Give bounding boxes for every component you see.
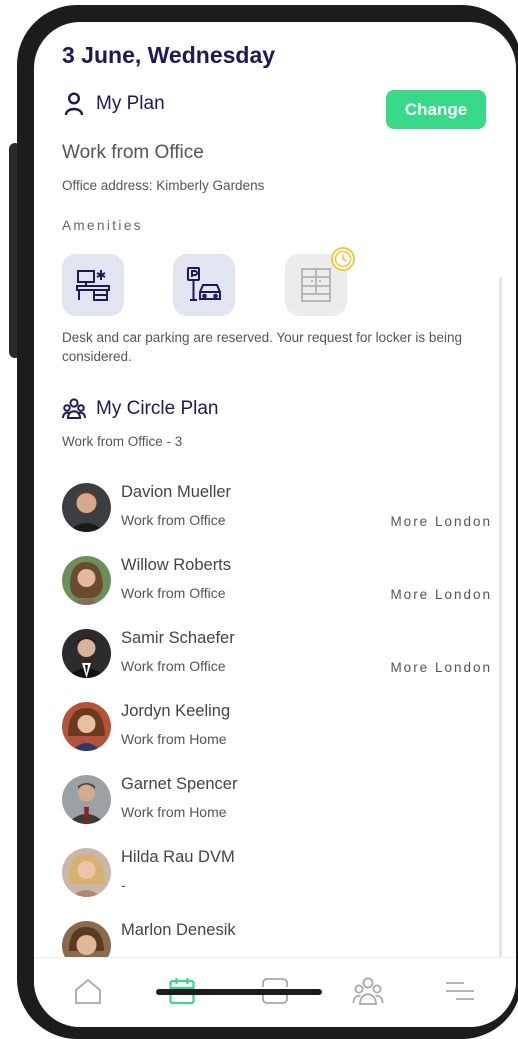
member-status: Work from Office bbox=[121, 585, 226, 601]
tab-circle[interactable] bbox=[352, 975, 384, 1007]
list-item[interactable]: Garnet Spencer Work from Home bbox=[62, 775, 492, 835]
list-item[interactable]: Hilda Rau DVM - bbox=[62, 848, 492, 908]
list-item[interactable]: Willow Roberts Work from Office More Lon… bbox=[62, 556, 492, 616]
page-title: 3 June, Wednesday bbox=[62, 42, 276, 68]
avatar bbox=[62, 702, 111, 751]
home-icon bbox=[75, 978, 101, 1004]
member-status: - bbox=[121, 877, 126, 893]
office-address: Office address: Kimberly Gardens bbox=[62, 178, 265, 193]
member-location: More London bbox=[390, 660, 492, 675]
avatar bbox=[62, 483, 111, 532]
avatar bbox=[62, 775, 111, 824]
pending-clock-icon bbox=[331, 247, 355, 271]
app-screen: 3 June, Wednesday My Plan Change Work fr… bbox=[34, 22, 516, 1027]
member-name: Davion Mueller bbox=[121, 483, 232, 501]
desk-icon bbox=[76, 270, 110, 301]
amenities-note: Desk and car parking are reserved. Your … bbox=[62, 330, 462, 364]
car-parking-icon bbox=[187, 267, 221, 301]
member-status: Work from Home bbox=[121, 731, 227, 747]
list-item[interactable]: Samir Schaefer Work from Office More Lon… bbox=[62, 629, 492, 689]
change-plan-button[interactable]: Change bbox=[386, 90, 486, 129]
amenity-desk[interactable] bbox=[62, 254, 124, 316]
tab-home[interactable] bbox=[72, 975, 104, 1007]
member-name: Garnet Spencer bbox=[121, 775, 238, 793]
member-status: Work from Home bbox=[121, 804, 227, 820]
amenities-label: Amenities bbox=[62, 218, 143, 233]
list-item[interactable]: Davion Mueller Work from Office More Lon… bbox=[62, 483, 492, 543]
list-item[interactable]: Marlon Denesik bbox=[62, 921, 492, 957]
member-location: More London bbox=[390, 514, 492, 529]
member-name: Samir Schaefer bbox=[121, 629, 235, 647]
group-icon bbox=[62, 398, 86, 419]
scroll-content: 3 June, Wednesday My Plan Change Work fr… bbox=[34, 22, 516, 957]
member-name: Marlon Denesik bbox=[121, 921, 236, 939]
people-icon bbox=[352, 977, 384, 1005]
avatar bbox=[62, 629, 111, 678]
list-item[interactable]: Jordyn Keeling Work from Home bbox=[62, 702, 492, 762]
avatar bbox=[62, 848, 111, 897]
menu-icon bbox=[446, 982, 474, 1000]
avatar bbox=[62, 921, 111, 957]
plan-type: Work from Office bbox=[62, 142, 204, 163]
circle-plan-title: My Circle Plan bbox=[96, 398, 219, 419]
member-name: Hilda Rau DVM bbox=[121, 848, 235, 866]
tab-menu[interactable] bbox=[444, 975, 476, 1007]
avatar bbox=[62, 556, 111, 605]
scrollbar[interactable] bbox=[499, 277, 502, 967]
person-icon bbox=[64, 92, 84, 116]
member-name: Willow Roberts bbox=[121, 556, 232, 574]
circle-plan-subtitle: Work from Office - 3 bbox=[62, 434, 183, 449]
member-status: Work from Office bbox=[121, 512, 226, 528]
amenity-car-parking[interactable] bbox=[173, 254, 235, 316]
member-name: Jordyn Keeling bbox=[121, 702, 231, 720]
member-location: More London bbox=[390, 587, 492, 602]
locker-icon bbox=[301, 268, 331, 302]
my-plan-title: My Plan bbox=[96, 93, 165, 114]
circle-plan-header: My Circle Plan bbox=[62, 398, 218, 420]
member-status: Work from Office bbox=[121, 658, 226, 674]
home-indicator[interactable] bbox=[156, 989, 322, 995]
my-plan-header: My Plan bbox=[64, 92, 165, 116]
